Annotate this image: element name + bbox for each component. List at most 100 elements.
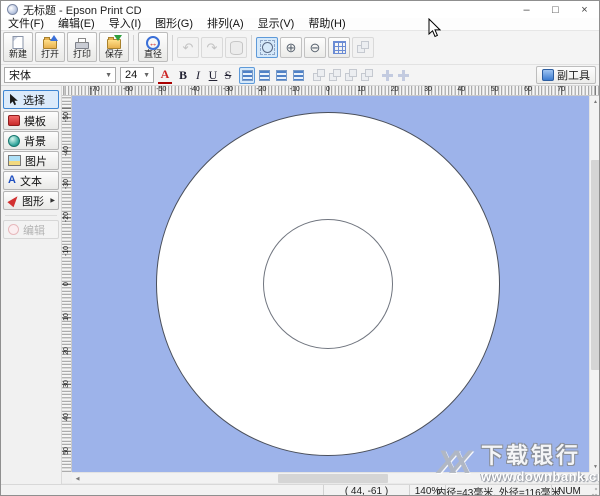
strikethrough-button[interactable]: S xyxy=(221,67,235,84)
zoom-out-button[interactable]: ⊖ xyxy=(304,37,326,58)
close-button[interactable]: × xyxy=(570,1,599,18)
ruler-label: 30 xyxy=(63,380,70,388)
open-button[interactable]: 打开 xyxy=(35,32,65,62)
grid-icon xyxy=(332,41,346,54)
font-size-select[interactable]: 24 ▼ xyxy=(120,67,154,83)
save-button[interactable]: 保存 xyxy=(99,32,129,62)
edit-circle-icon xyxy=(8,224,19,235)
ruler-label: 10 xyxy=(63,313,70,322)
main-toolbar: 新建 打开 打印 保存 直径 ↶ ↷ xyxy=(1,31,599,65)
minimize-button[interactable]: – xyxy=(512,1,541,18)
center-vertical-button[interactable] xyxy=(395,67,411,84)
preview-button[interactable] xyxy=(352,37,374,58)
ruler-label: 50 xyxy=(63,446,70,455)
app-window: 无标题 - Epson Print CD – □ × 文件(F) 编辑(E) 导… xyxy=(0,0,600,496)
font-family-select[interactable]: 宋体 ▼ xyxy=(4,67,116,83)
title-bar[interactable]: 无标题 - Epson Print CD – □ × xyxy=(1,1,599,18)
bring-forward-button[interactable] xyxy=(343,67,359,84)
scrollbar-corner xyxy=(589,472,599,483)
font-color-button[interactable]: A xyxy=(158,67,172,84)
ruler-label: -30 xyxy=(222,86,234,93)
status-numlock: NUM xyxy=(551,485,587,495)
font-toolbar: 宋体 ▼ 24 ▼ A B I U S 副工具 xyxy=(1,65,599,86)
horizontal-scrollbar[interactable]: ◀ ▶ xyxy=(72,472,589,483)
sidebar-item-text[interactable]: A 文本 xyxy=(3,171,59,190)
sidebar-item-picture[interactable]: 图片 xyxy=(3,151,59,170)
canvas[interactable] xyxy=(72,96,589,472)
template-icon xyxy=(8,115,20,126)
text-vertical-button[interactable] xyxy=(256,67,272,84)
text-horizontal-button[interactable] xyxy=(239,67,255,84)
bold-button[interactable]: B xyxy=(176,67,190,84)
maximize-button[interactable]: □ xyxy=(541,1,570,18)
scroll-up-icon[interactable]: ▲ xyxy=(590,96,599,107)
ruler-label: 0 xyxy=(63,282,70,286)
redo-button[interactable]: ↷ xyxy=(201,37,223,58)
cursor-icon xyxy=(10,93,18,106)
center-horizontal-button[interactable] xyxy=(379,67,395,84)
ruler-label: 70 xyxy=(557,86,566,93)
ruler-label: 0 xyxy=(326,86,330,93)
menu-file[interactable]: 文件(F) xyxy=(1,18,51,30)
font-family-value: 宋体 xyxy=(9,70,31,82)
pen-icon xyxy=(7,193,21,208)
horizontal-scroll-thumb[interactable] xyxy=(278,474,388,483)
send-backward-button[interactable] xyxy=(359,67,375,84)
font-size-value: 24 xyxy=(125,69,138,81)
zoom-in-button[interactable]: ⊕ xyxy=(280,37,302,58)
sidebar-item-select[interactable]: 选择 xyxy=(3,90,59,109)
text-arc-outer-button[interactable] xyxy=(273,67,289,84)
menu-import[interactable]: 导入(I) xyxy=(102,18,148,30)
menu-edit[interactable]: 编辑(E) xyxy=(51,18,102,30)
resize-grip[interactable] xyxy=(588,487,598,495)
sidebar-item-background[interactable]: 背景 xyxy=(3,131,59,150)
save-icon xyxy=(107,35,122,49)
sidebar-item-label: 模板 xyxy=(24,115,46,128)
undo-button[interactable]: ↶ xyxy=(177,37,199,58)
ruler-label: -40 xyxy=(63,145,70,156)
toolbar-separator xyxy=(172,35,173,61)
subtools-button[interactable]: 副工具 xyxy=(536,66,596,84)
ruler-label: -40 xyxy=(189,86,200,93)
status-coordinates: ( 44, -61 ) xyxy=(323,485,409,495)
underline-icon: U xyxy=(208,68,218,82)
vertical-ruler: -50 -40 -30 -20 -10 0 10 20 30 40 50 xyxy=(62,96,72,472)
cd-hub-circle[interactable] xyxy=(263,219,393,349)
underline-button[interactable]: U xyxy=(206,67,220,84)
flyout-arrow-icon: ▶ xyxy=(50,198,55,204)
italic-button[interactable]: I xyxy=(191,67,205,84)
menu-view[interactable]: 显示(V) xyxy=(251,18,302,30)
status-bar: ( 44, -61 ) 140% 内径=43毫米, 外径=116毫米 NUM xyxy=(1,484,599,495)
menu-help[interactable]: 帮助(H) xyxy=(301,18,352,30)
vertical-scroll-thumb[interactable] xyxy=(591,160,599,370)
sidebar-item-graphics[interactable]: 图形 ▶ xyxy=(3,191,59,210)
fit-view-button[interactable] xyxy=(256,37,278,58)
send-back-button[interactable] xyxy=(327,67,343,84)
zoom-out-icon: ⊖ xyxy=(309,39,321,55)
diameter-icon xyxy=(146,36,160,50)
chevron-down-icon: ▼ xyxy=(143,71,150,79)
bring-front-button[interactable] xyxy=(311,67,327,84)
sidebar-item-template[interactable]: 模板 xyxy=(3,111,59,130)
grid-button[interactable] xyxy=(328,37,350,58)
cd-disc[interactable] xyxy=(156,112,500,456)
menu-graphics[interactable]: 图形(G) xyxy=(148,18,200,30)
scroll-down-icon[interactable]: ▼ xyxy=(590,461,599,472)
printer-icon xyxy=(75,38,89,49)
ruler-label: -30 xyxy=(63,178,70,190)
center-horizontal-icon xyxy=(381,70,393,81)
vertical-scrollbar[interactable]: ▲ ▼ xyxy=(589,96,599,472)
new-button[interactable]: 新建 xyxy=(3,32,33,62)
center-vertical-icon xyxy=(397,70,409,81)
sidebar-separator xyxy=(5,215,57,216)
diameter-button[interactable]: 直径 xyxy=(138,32,168,62)
menu-arrange[interactable]: 排列(A) xyxy=(200,18,251,30)
fit-view-icon xyxy=(259,40,275,55)
chevron-down-icon: ▼ xyxy=(105,71,112,79)
print-button[interactable]: 打印 xyxy=(67,32,97,62)
repeat-button[interactable] xyxy=(225,37,247,58)
sidebar-item-edit[interactable]: 编辑 xyxy=(3,220,59,239)
text-arc-inner-button[interactable] xyxy=(290,67,306,84)
ruler-label: 20 xyxy=(390,86,399,93)
sidebar-item-label: 文本 xyxy=(19,175,42,188)
